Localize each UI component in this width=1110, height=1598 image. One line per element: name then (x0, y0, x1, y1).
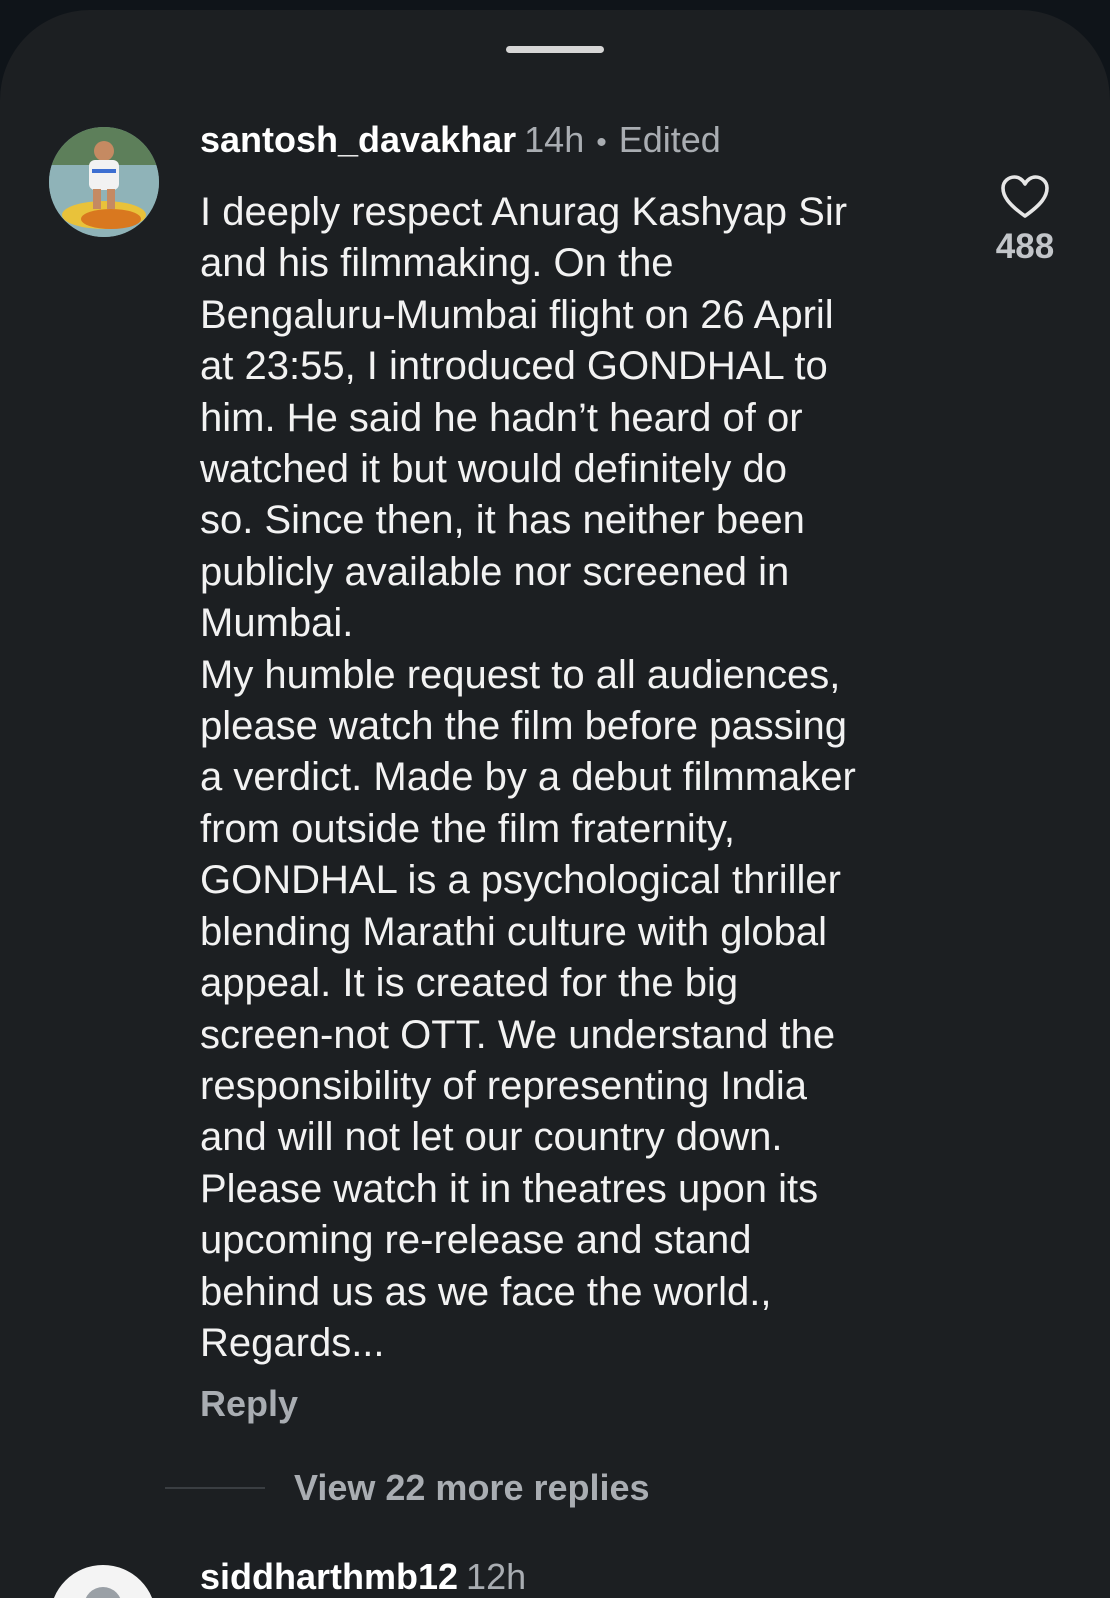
heart-outline-icon[interactable] (1000, 174, 1050, 220)
comment-header: siddharthmb12 12h (200, 1555, 526, 1598)
comments-sheet: santosh_davakhar 14h • Edited I deeply resp… (0, 10, 1110, 1598)
comment-text-line: Regards... (200, 1320, 385, 1365)
comment-username[interactable]: siddharthmb12 (200, 1556, 458, 1597)
comment-text: I deeply respect Anurag Kashyap Sir and h… (200, 187, 950, 1369)
comment-text-line: at 23:55, I introduced GONDHAL to (200, 344, 828, 389)
comment-text-line: Mumbai. (200, 601, 354, 646)
comment-text-line: him. He said he hadn’t heard of or (200, 395, 803, 440)
comment-text-line: upcoming re-release and stand (200, 1218, 752, 1263)
comment-text-line: a verdict. Made by a debut filmmaker (200, 755, 856, 800)
comment-text-line: I deeply respect Anurag Kashyap Sir (200, 190, 848, 234)
comment-header: santosh_davakhar 14h • Edited (200, 118, 721, 165)
like-count: 488 (995, 227, 1055, 266)
comment-text-line: behind us as we face the world., (200, 1269, 772, 1314)
comment-text-line: My humble request to all audiences, (200, 652, 841, 697)
comment-text-line: publicly available nor screened in (200, 549, 790, 594)
view-replies-button[interactable]: View 22 more replies (294, 1466, 650, 1510)
comment-text-line: responsibility of representing India (200, 1063, 808, 1108)
comment-text-line: from outside the film fraternity, (200, 806, 735, 851)
avatar[interactable] (49, 127, 159, 237)
default-avatar-icon (84, 1587, 122, 1598)
comment-text-line: Please watch it in theatres upon its (200, 1166, 819, 1211)
comment-text-line: screen-not OTT. We understand the (200, 1012, 836, 1057)
comment-time: 14h (524, 119, 585, 160)
avatar[interactable] (50, 1565, 156, 1598)
edited-label: Edited (618, 119, 721, 160)
comment-text-line: and will not let our country down. (200, 1115, 783, 1160)
comment-text-line: blending Marathi culture with global (200, 909, 828, 954)
comment-text-line: please watch the film before passing (200, 704, 848, 749)
reply-button[interactable]: Reply (200, 1382, 298, 1426)
comment-text-line: watched it but would definitely do (200, 447, 788, 492)
like-button[interactable]: 488 (990, 174, 1060, 268)
comment-text-line: so. Since then, it has neither been (200, 498, 805, 543)
comment-text-line: GONDHAL is a psychological thriller (200, 858, 841, 903)
comment-text-line: appeal. It is created for the big (200, 961, 739, 1006)
comment-text-line: and his filmmaking. On the (200, 241, 674, 286)
replies-divider (165, 1487, 265, 1489)
comment-username[interactable]: santosh_davakhar (200, 119, 516, 160)
drag-handle[interactable] (506, 46, 604, 53)
meta-separator: • (596, 126, 607, 159)
comment-time: 12h (466, 1556, 527, 1597)
comment-text-line: Bengaluru-Mumbai flight on 26 April (200, 292, 834, 337)
